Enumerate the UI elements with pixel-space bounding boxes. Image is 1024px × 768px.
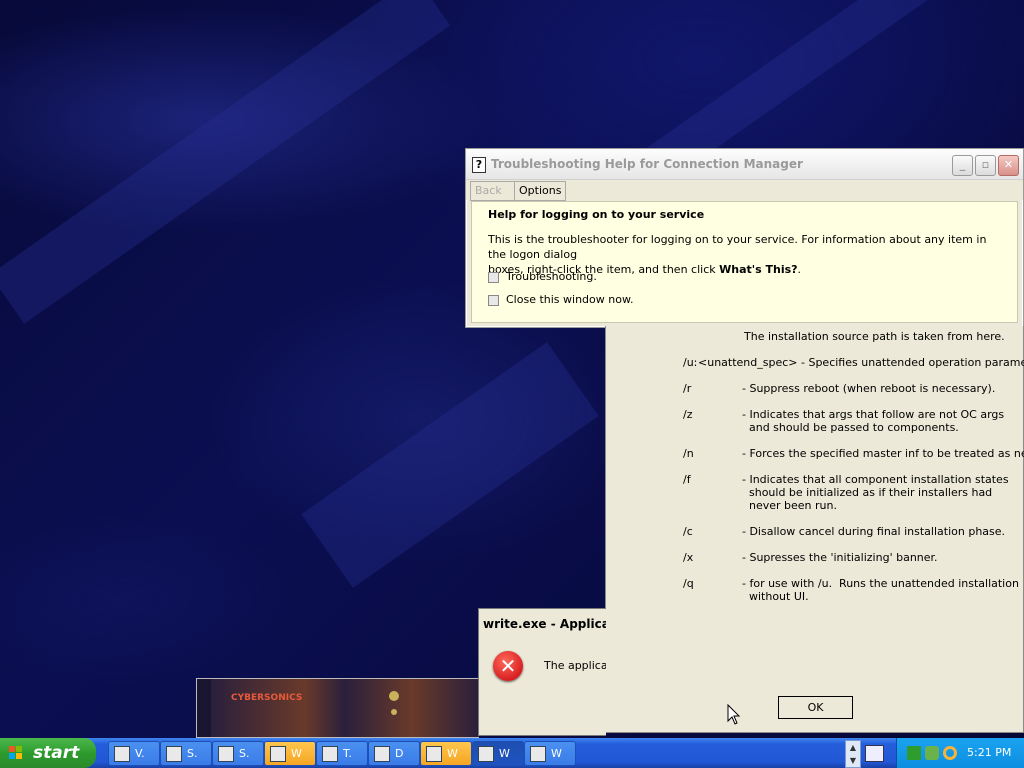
taskbar-item[interactable]: S. bbox=[212, 741, 264, 766]
taskbar-scroll[interactable]: ▲ ▼ bbox=[845, 740, 861, 768]
option-checkbox[interactable] bbox=[488, 294, 499, 306]
back-button[interactable]: Back bbox=[470, 181, 516, 201]
chevron-down-icon[interactable]: ▼ bbox=[846, 754, 860, 767]
close-button[interactable]: ✕ bbox=[998, 155, 1019, 176]
taskbar-item[interactable]: T. bbox=[316, 741, 368, 766]
option-close-window[interactable]: Close this window now. bbox=[488, 293, 633, 306]
mouse-cursor-icon bbox=[727, 704, 741, 725]
media-control-dot[interactable] bbox=[391, 709, 397, 715]
window-icon bbox=[478, 746, 494, 762]
media-artwork bbox=[211, 679, 479, 737]
error-message: The applicati bbox=[544, 659, 606, 672]
windows-logo-icon bbox=[9, 746, 23, 760]
battery-icon bbox=[166, 746, 182, 762]
media-caption: CYBERSONICS bbox=[231, 693, 303, 703]
keyboard-icon[interactable] bbox=[865, 745, 884, 762]
help-titlebar[interactable]: ? Troubleshooting Help for Connection Ma… bbox=[466, 149, 1023, 180]
error-icon: ✕ bbox=[493, 651, 523, 681]
search-icon[interactable] bbox=[943, 746, 957, 760]
minimize-button[interactable]: _ bbox=[952, 155, 973, 176]
application-error-dialog: write.exe - Applicat ✕ The applicati bbox=[478, 608, 606, 736]
help-heading: Help for logging on to your service bbox=[488, 208, 705, 221]
taskbar-item[interactable]: W bbox=[472, 741, 524, 766]
security-icon[interactable] bbox=[925, 746, 939, 760]
taskbar-item[interactable]: W bbox=[420, 741, 472, 766]
ok-button[interactable]: OK bbox=[778, 696, 853, 719]
taskbar-item[interactable]: W bbox=[264, 741, 316, 766]
help-toolbar: Back Options bbox=[466, 180, 1023, 201]
troubleshooting-help-window: ? Troubleshooting Help for Connection Ma… bbox=[465, 148, 1024, 328]
background-media-window[interactable]: CYBERSONICS bbox=[196, 678, 479, 738]
help-window-icon: ? bbox=[472, 157, 486, 173]
setup-usage-dialog: The installation source path is taken fr… bbox=[605, 326, 1024, 733]
taskbar-item[interactable]: W bbox=[524, 741, 576, 766]
taskbar-item[interactable]: D bbox=[368, 741, 420, 766]
help-content: Help for logging on to your service This… bbox=[471, 201, 1018, 323]
clock[interactable]: 5:21 PM bbox=[967, 738, 1011, 768]
error-title: write.exe - Applicat bbox=[483, 617, 606, 631]
taskbar-item[interactable]: S. bbox=[160, 741, 212, 766]
options-button[interactable]: Options bbox=[514, 181, 567, 201]
wallpaper-shape bbox=[0, 0, 451, 324]
font-icon bbox=[374, 746, 390, 762]
window-icon bbox=[322, 746, 338, 762]
option-troubleshooting[interactable]: Troubleshooting. bbox=[488, 270, 597, 283]
system-icon bbox=[218, 746, 234, 762]
writer-icon bbox=[270, 746, 286, 762]
network-icon[interactable] bbox=[907, 746, 921, 760]
document-icon bbox=[114, 746, 130, 762]
taskbar: start V. S. S. W T. D W W W ▲ ▼ 5:21 PM bbox=[0, 738, 1024, 768]
whats-this-text: What's This? bbox=[719, 263, 798, 276]
computer-icon bbox=[530, 746, 546, 762]
chevron-up-icon[interactable]: ▲ bbox=[846, 741, 860, 754]
system-tray: 5:21 PM bbox=[896, 738, 1024, 768]
maximize-button[interactable]: ▫ bbox=[975, 155, 996, 176]
taskbar-item[interactable]: V. bbox=[108, 741, 160, 766]
help-window-title: Troubleshooting Help for Connection Mana… bbox=[491, 157, 803, 171]
option-checkbox[interactable] bbox=[488, 271, 499, 283]
wallpaper-shape bbox=[301, 342, 599, 588]
start-button[interactable]: start bbox=[0, 738, 96, 768]
media-control-dot[interactable] bbox=[389, 691, 399, 701]
ie-icon bbox=[426, 746, 442, 762]
